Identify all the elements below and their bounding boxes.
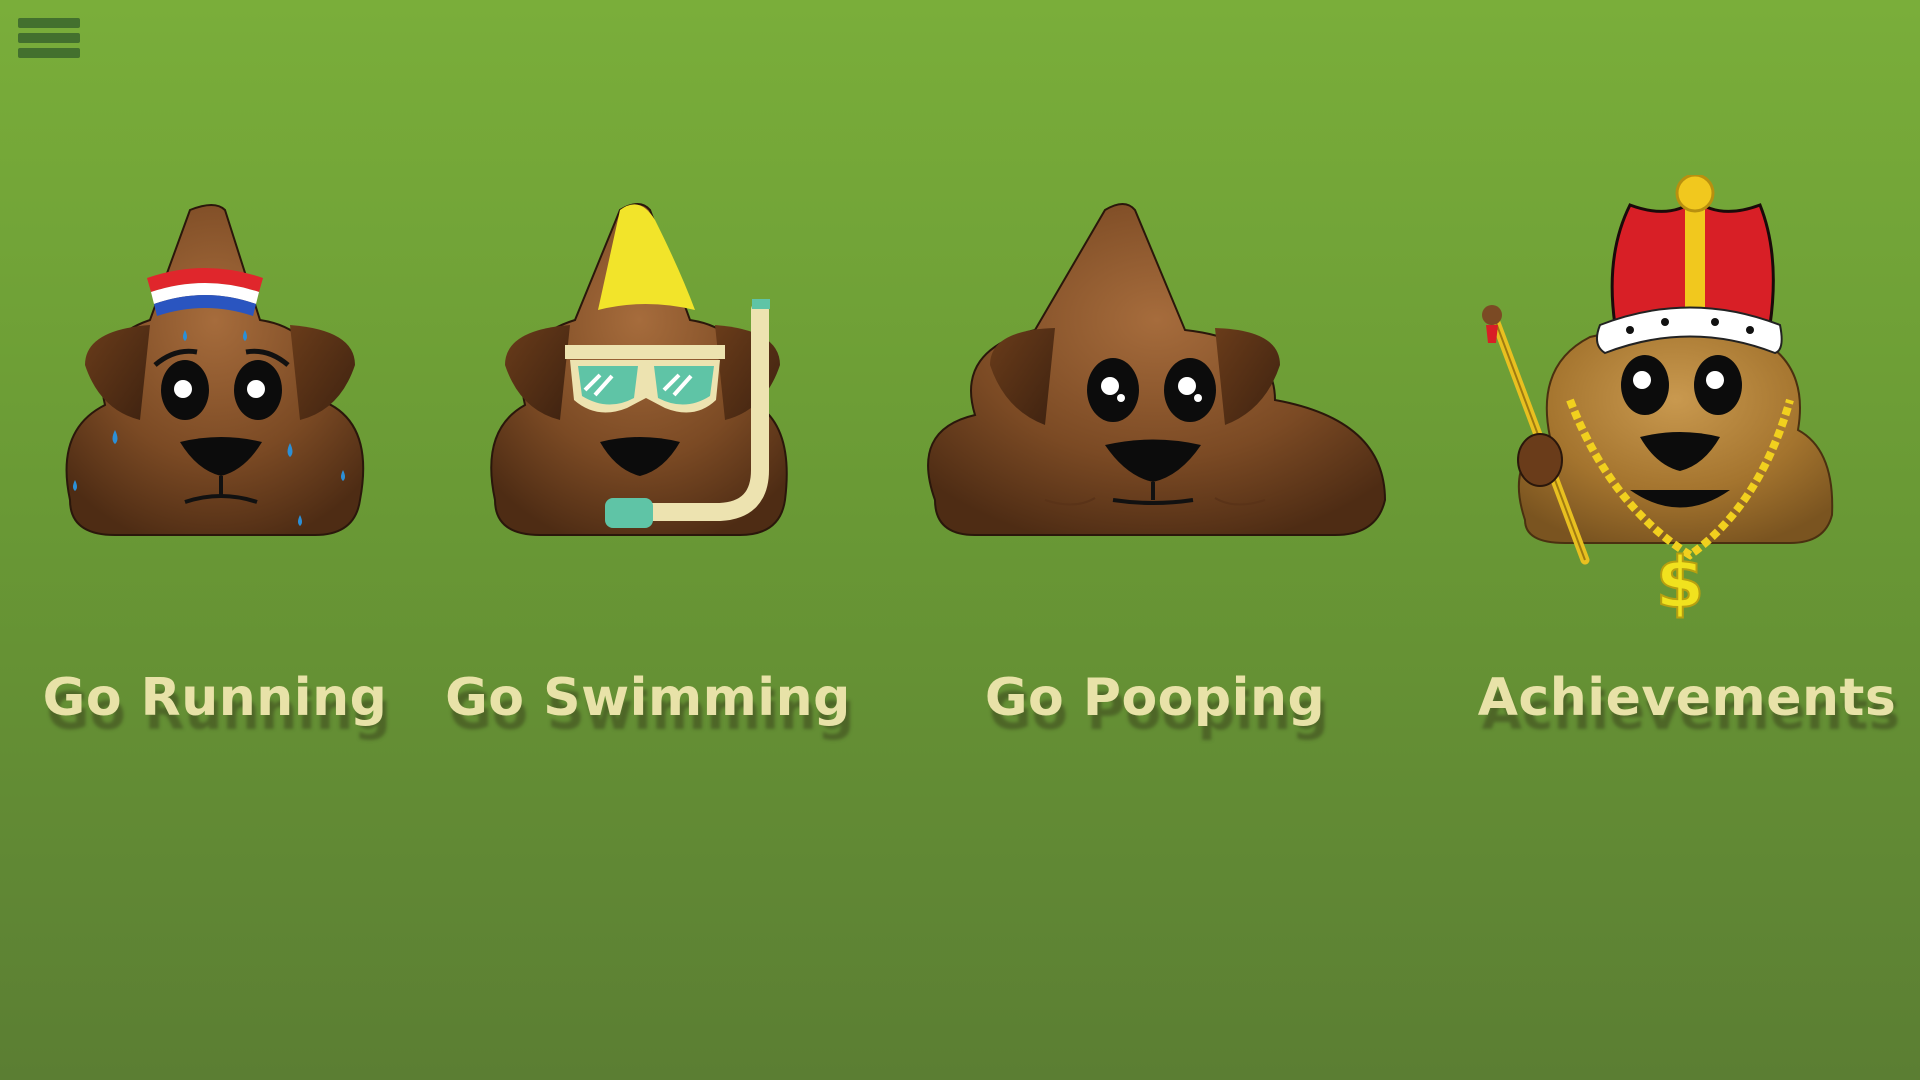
go-pooping-tile[interactable] [915, 180, 1395, 550]
achievements-tile[interactable]: $ [1480, 175, 1860, 635]
menu-bar [18, 48, 80, 58]
hamburger-menu-button[interactable] [18, 18, 80, 64]
go-running-label[interactable]: Go Running [43, 668, 388, 728]
poop-runner-headband-icon [65, 204, 365, 536]
poop-king-crown-icon: $ [1482, 175, 1834, 625]
achievements-label[interactable]: Achievements [1478, 668, 1897, 728]
go-swimming-label[interactable]: Go Swimming [445, 668, 851, 728]
svg-text:$: $ [1656, 542, 1705, 624]
menu-bar [18, 18, 80, 28]
poop-dog-icon [927, 203, 1387, 536]
go-pooping-label[interactable]: Go Pooping [985, 668, 1325, 728]
menu-bar [18, 33, 80, 43]
go-running-tile[interactable] [55, 180, 385, 550]
poop-swimmer-snorkel-icon [490, 203, 788, 536]
go-swimming-tile[interactable] [480, 180, 820, 550]
